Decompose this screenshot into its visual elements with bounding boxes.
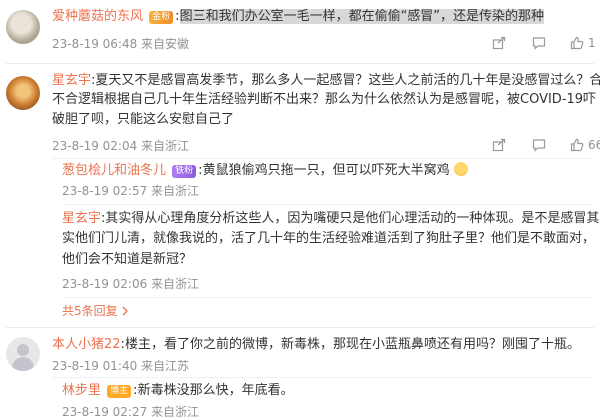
reply-text-line3: 他们会不知道是新冠？ bbox=[62, 252, 193, 267]
reply-item: 星玄宇:其实得从心理角度分析这些人，因为嘴硬只是他们心理活动的一种体现。是不是感… bbox=[62, 210, 599, 228]
reply-text: 新毒株没那么快，年底看。 bbox=[137, 383, 294, 398]
reply-item: 林步里 博主:新毒株没那么快，年底看。 bbox=[62, 382, 294, 400]
like-icon bbox=[570, 138, 584, 152]
more-replies-label: 共5条回复 bbox=[62, 304, 118, 318]
comment-text-line2: 不合逻辑根据自己几十年生活经验判断不出来？那么为什么依然认为是感冒呢，被COVI… bbox=[52, 92, 597, 107]
reply-author[interactable]: 星玄宇 bbox=[62, 211, 101, 226]
like-icon bbox=[570, 36, 584, 50]
avatar[interactable] bbox=[6, 10, 40, 44]
fan-badge: 铁粉 bbox=[172, 165, 197, 178]
reply-text: 黄鼠狼偷鸡只拖一只，但可以吓死大半窝鸡 bbox=[202, 163, 450, 178]
reply-author[interactable]: 林步里 bbox=[62, 383, 101, 398]
comment-text-line3: 破胆了呗，只能这么安慰自己了 bbox=[52, 112, 235, 127]
reply-author[interactable]: 葱包桧儿和油冬儿 bbox=[62, 163, 166, 178]
comment-actions: 66 bbox=[492, 138, 600, 152]
reply-time: 23-8-19 02:27 来自浙江 bbox=[62, 405, 200, 417]
comment-time: 23-8-19 02:04 来自浙江 bbox=[52, 139, 190, 153]
fan-badge: 金粉 bbox=[149, 11, 174, 24]
reply-text-line1: 其实得从心理角度分析这些人，因为嘴硬只是他们心理活动的一种体现。是不是感冒其 bbox=[105, 211, 600, 226]
comment-time: 23-8-19 06:48 来自安徽 bbox=[52, 37, 190, 51]
divider bbox=[6, 327, 594, 328]
chevron-right-icon bbox=[123, 306, 129, 316]
reply-item: 葱包桧儿和油冬儿 铁粉:黄鼠狼偷鸡只拖一只，但可以吓死大半窝鸡 bbox=[62, 162, 468, 180]
emoji-icon bbox=[453, 162, 468, 176]
divider bbox=[62, 297, 594, 298]
comment-icon[interactable] bbox=[532, 138, 546, 152]
like-button[interactable]: 1 bbox=[570, 36, 596, 50]
comment-icon[interactable] bbox=[532, 36, 546, 50]
like-button[interactable]: 66 bbox=[570, 138, 600, 152]
share-icon[interactable] bbox=[492, 36, 506, 50]
like-count: 1 bbox=[588, 36, 596, 50]
more-replies-link[interactable]: 共5条回复 bbox=[62, 303, 129, 319]
comment-actions: 1 bbox=[492, 36, 596, 50]
comment-time: 23-8-19 01:40 来自江苏 bbox=[52, 359, 190, 373]
author-badge: 博主 bbox=[107, 385, 132, 398]
comment-author[interactable]: 爱种蘑菇的东风 bbox=[52, 9, 143, 24]
like-count: 66 bbox=[588, 138, 600, 152]
divider bbox=[52, 377, 594, 378]
share-icon[interactable] bbox=[492, 138, 506, 152]
avatar[interactable] bbox=[6, 76, 40, 110]
divider bbox=[6, 63, 594, 64]
comment-author[interactable]: 本人小猪22 bbox=[52, 337, 121, 352]
comment-author[interactable]: 星玄宇 bbox=[52, 73, 91, 88]
divider bbox=[62, 204, 594, 205]
comment-text: 图三和我们办公室一毛一样，都在偷偷“感冒”，还是传染的那种 bbox=[179, 9, 545, 24]
reply-text-line2: 实他们门儿清，就像我说的，活了几十年的生活经验难道活到了狗肚子里？他们是不敢面对… bbox=[62, 231, 596, 246]
avatar[interactable] bbox=[6, 337, 40, 371]
colon: : bbox=[175, 9, 180, 24]
divider bbox=[52, 158, 594, 159]
reply-time: 23-8-19 02:06 来自浙江 bbox=[62, 277, 200, 291]
comment-text: 楼主，看了你之前的微博，新毒株，那现在小蓝瓶鼻喷还有用吗？刚囤了十瓶。 bbox=[124, 337, 580, 352]
comment-text-line1: 夏天又不是感冒高发季节，那么多人一起感冒？这些人之前活的几十年是没感冒过么？合 bbox=[95, 73, 600, 88]
reply-time: 23-8-19 02:57 来自浙江 bbox=[62, 184, 200, 198]
